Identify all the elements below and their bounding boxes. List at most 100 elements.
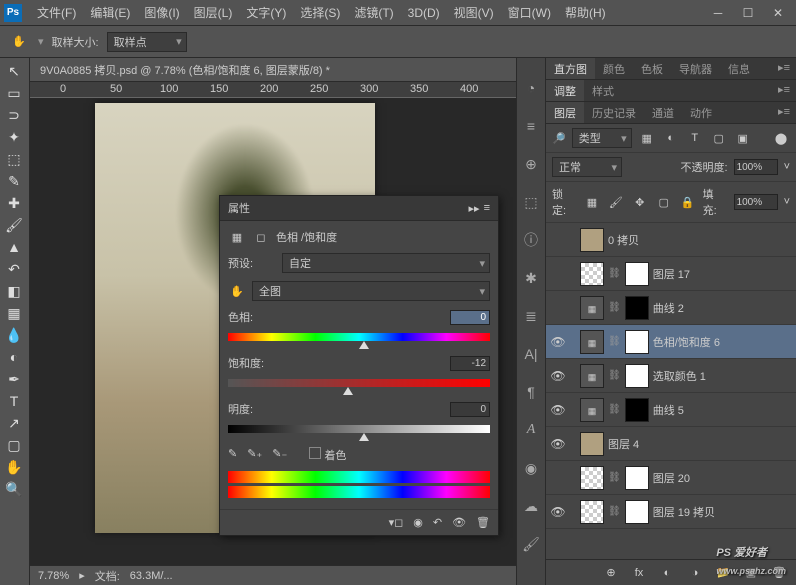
layer-name[interactable]: 0 拷贝 xyxy=(608,232,792,248)
clip-to-layer-icon[interactable]: ▾◻ xyxy=(389,516,404,529)
maximize-button[interactable]: ☐ xyxy=(734,3,762,23)
mask-icon[interactable]: ◐ xyxy=(658,565,676,581)
lock-brush-icon[interactable]: 🖌 xyxy=(607,194,625,210)
layer-row[interactable]: 👁▦⛓选取颜色 1 xyxy=(546,359,796,393)
tab-swatches[interactable]: 色板 xyxy=(633,58,671,79)
type-tool[interactable]: T xyxy=(0,390,28,412)
menu-view[interactable]: 视图(V) xyxy=(447,4,501,21)
layer-row[interactable]: 👁 图层 4 xyxy=(546,427,796,461)
heal-tool[interactable]: ✚ xyxy=(0,192,28,214)
panel-menu-icon[interactable]: ≡ xyxy=(484,202,490,215)
fx-icon[interactable]: fx xyxy=(630,565,648,581)
lock-pixels-icon[interactable]: ▦ xyxy=(583,194,601,210)
tab-history[interactable]: 历史记录 xyxy=(584,102,644,123)
layer-name[interactable]: 图层 17 xyxy=(653,266,792,282)
menu-image[interactable]: 图像(I) xyxy=(137,4,186,21)
crop-tool[interactable]: ⬚ xyxy=(0,148,28,170)
visibility-icon[interactable]: 👁 xyxy=(452,516,466,529)
lock-position-icon[interactable]: ✥ xyxy=(631,194,649,210)
layer-row[interactable]: 👁▦⛓曲线 5 xyxy=(546,393,796,427)
panel-menu-icon[interactable]: ▸≡ xyxy=(772,80,796,101)
filter-type-icon[interactable]: T xyxy=(686,130,704,146)
panel-icon[interactable]: 🖌 xyxy=(521,534,541,554)
preset-dropdown[interactable]: 自定 xyxy=(282,253,490,273)
eyedropper-tool[interactable]: ✎ xyxy=(0,170,28,192)
blur-tool[interactable]: 💧 xyxy=(0,324,28,346)
panel-icon[interactable]: ≡ xyxy=(521,116,541,136)
hue-input[interactable] xyxy=(450,310,490,325)
layer-name[interactable]: 曲线 2 xyxy=(653,300,792,316)
menu-3d[interactable]: 3D(D) xyxy=(401,6,447,20)
lock-all-icon[interactable]: 🔒 xyxy=(679,194,697,210)
tab-adjustments[interactable]: 调整 xyxy=(546,80,584,101)
tab-color[interactable]: 颜色 xyxy=(595,58,633,79)
tab-navigator[interactable]: 导航器 xyxy=(671,58,720,79)
visibility-toggle[interactable]: 👁 xyxy=(550,505,566,519)
fill-input[interactable] xyxy=(734,194,778,210)
document-tab[interactable]: 9V0A0885 拷贝.psd @ 7.78% (色相/饱和度 6, 图层蒙版/… xyxy=(30,58,516,82)
minimize-button[interactable]: ─ xyxy=(704,3,732,23)
menu-filter[interactable]: 滤镜(T) xyxy=(347,4,400,21)
panel-icon[interactable]: ≣ xyxy=(521,306,541,326)
eyedropper-plus-icon[interactable]: ✎₊ xyxy=(247,447,262,463)
filter-shape-icon[interactable]: ▢ xyxy=(710,130,728,146)
lightness-slider[interactable] xyxy=(228,425,490,433)
layer-name[interactable]: 色相/饱和度 6 xyxy=(653,334,792,350)
eraser-tool[interactable]: ◧ xyxy=(0,280,28,302)
menu-select[interactable]: 选择(S) xyxy=(293,4,347,21)
shape-tool[interactable]: ▢ xyxy=(0,434,28,456)
panel-icon[interactable]: ¶ xyxy=(521,382,541,402)
history-brush-tool[interactable]: ↶ xyxy=(0,258,28,280)
hue-slider[interactable] xyxy=(228,333,490,341)
collapse-icon[interactable]: ▸▸ xyxy=(469,202,480,215)
adjustment-icon[interactable]: ◑ xyxy=(686,565,704,581)
path-tool[interactable]: ↗ xyxy=(0,412,28,434)
hand-tool[interactable]: ✋ xyxy=(0,456,28,478)
wand-tool[interactable]: ✦ xyxy=(0,126,28,148)
layer-name[interactable]: 图层 4 xyxy=(608,436,792,452)
filter-toggle[interactable]: ⬤ xyxy=(772,130,790,146)
pen-tool[interactable]: ✒ xyxy=(0,368,28,390)
layer-row[interactable]: ⛓图层 20 xyxy=(546,461,796,495)
menu-layer[interactable]: 图层(L) xyxy=(187,4,240,21)
marquee-tool[interactable]: ▭ xyxy=(0,82,28,104)
menu-file[interactable]: 文件(F) xyxy=(30,4,83,21)
brush-tool[interactable]: 🖌 xyxy=(0,214,28,236)
menu-type[interactable]: 文字(Y) xyxy=(239,4,293,21)
tab-info[interactable]: 信息 xyxy=(720,58,758,79)
layer-name[interactable]: 曲线 5 xyxy=(653,402,792,418)
panel-icon[interactable]: ⬚ xyxy=(521,192,541,212)
trash-icon[interactable]: 🗑 xyxy=(476,516,490,529)
visibility-toggle[interactable]: 👁 xyxy=(550,403,566,417)
visibility-toggle[interactable]: 👁 xyxy=(550,335,566,349)
menu-help[interactable]: 帮助(H) xyxy=(558,4,613,21)
layer-row[interactable]: 0 拷贝 xyxy=(546,223,796,257)
link-layers-icon[interactable]: ⊕ xyxy=(602,565,620,581)
visibility-toggle[interactable]: 👁 xyxy=(550,437,566,451)
saturation-input[interactable] xyxy=(450,356,490,371)
filter-image-icon[interactable]: ▦ xyxy=(638,130,656,146)
tab-styles[interactable]: 样式 xyxy=(584,80,622,101)
properties-tab[interactable]: 属性 xyxy=(228,200,250,216)
layer-name[interactable]: 图层 19 拷贝 xyxy=(653,504,792,520)
gradient-tool[interactable]: ▦ xyxy=(0,302,28,324)
filter-smart-icon[interactable]: ▣ xyxy=(734,130,752,146)
stamp-tool[interactable]: ▲ xyxy=(0,236,28,258)
layer-row[interactable]: 👁⛓图层 19 拷贝 xyxy=(546,495,796,529)
opacity-input[interactable] xyxy=(734,159,778,175)
saturation-slider[interactable] xyxy=(228,379,490,387)
layer-row[interactable]: ▦⛓曲线 2 xyxy=(546,291,796,325)
blend-mode-dropdown[interactable]: 正常 xyxy=(552,157,622,177)
zoom-tool[interactable]: 🔍 xyxy=(0,478,28,500)
tab-channels[interactable]: 通道 xyxy=(644,102,682,123)
view-previous-icon[interactable]: ◉ xyxy=(413,516,423,529)
panel-icon[interactable]: ⓘ xyxy=(521,230,541,250)
panel-icon[interactable]: A xyxy=(521,420,541,440)
panel-menu-icon[interactable]: ▸≡ xyxy=(772,102,796,123)
layer-filter-dropdown[interactable]: 类型 xyxy=(572,128,632,148)
lightness-input[interactable] xyxy=(450,402,490,417)
layer-row[interactable]: 👁▦⛓色相/饱和度 6 xyxy=(546,325,796,359)
layer-name[interactable]: 图层 20 xyxy=(653,470,792,486)
chevron-down-icon[interactable]: ˅ xyxy=(784,196,790,208)
channel-dropdown[interactable]: 全图 xyxy=(252,281,490,301)
